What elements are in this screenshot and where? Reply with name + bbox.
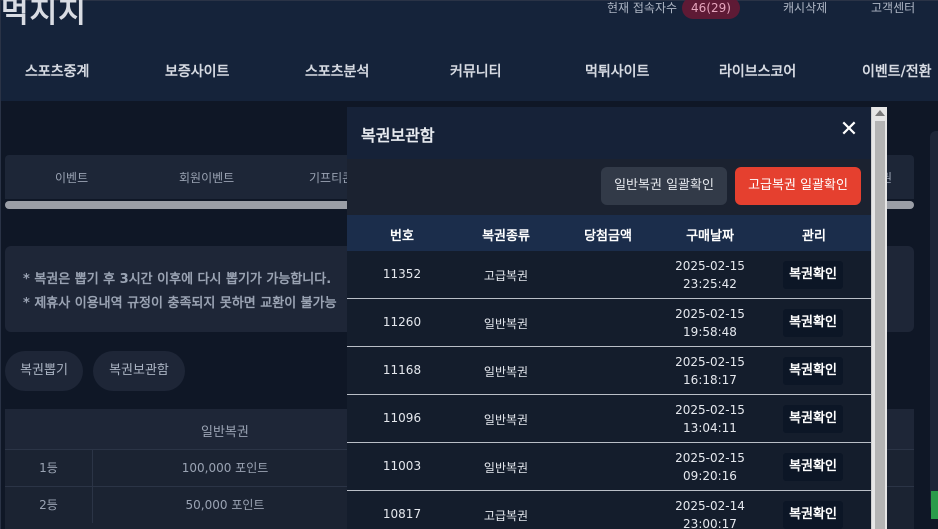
subtab-event[interactable]: 이벤트 <box>55 169 88 186</box>
check-lottery-button[interactable]: 복권확인 <box>783 357 843 385</box>
prize-points: 50,000 포인트 <box>185 498 265 512</box>
lottery-type: 일반복권 <box>483 413 529 427</box>
check-lottery-button[interactable]: 복권확인 <box>783 405 843 433</box>
cache-clear-link[interactable]: 캐시삭제 <box>783 1 827 15</box>
check-lottery-button[interactable]: 복권확인 <box>783 309 843 337</box>
site-header: 먹지지 현재 접속자수 46(29) 캐시삭제 고객센터 스포츠중계 보증사이트… <box>1 0 938 101</box>
lottery-date: 2025-02-15 16:18:17 <box>655 353 765 389</box>
purchase-time: 09:20:16 <box>683 469 737 483</box>
online-users-badge: 46(29) <box>682 0 740 19</box>
side-panel <box>930 131 938 511</box>
purchase-date: 2025-02-15 <box>675 403 745 417</box>
prize-points: 100,000 포인트 <box>181 461 269 475</box>
purchase-time: 23:25:42 <box>683 277 737 291</box>
modal-title: 복권보관함 <box>361 126 435 145</box>
check-lottery-button[interactable]: 복권확인 <box>783 501 843 529</box>
nav-sports-analysis[interactable]: 스포츠분석 <box>305 61 369 81</box>
site-logo[interactable]: 먹지지 <box>1 0 87 31</box>
table-row: 11168 일반복권 2025-02-15 16:18:17 복권확인 <box>347 347 871 395</box>
lottery-table-header: 번호 복권종류 당첨금액 구매날짜 관리 <box>347 215 871 251</box>
col-date: 구매날짜 <box>686 229 734 244</box>
prize-rank: 2등 <box>5 487 93 523</box>
nav-live-score[interactable]: 라이브스코어 <box>719 61 796 81</box>
check-all-premium-button[interactable]: 고급복권 일괄확인 <box>735 167 861 205</box>
lottery-number: 10817 <box>382 507 422 521</box>
purchase-date: 2025-02-15 <box>675 451 745 465</box>
close-icon[interactable]: ✕ <box>839 119 859 141</box>
modal-vertical-scrollbar[interactable] <box>871 107 887 529</box>
col-number: 번호 <box>390 229 414 244</box>
subtab-member-event[interactable]: 회원이벤트 <box>179 169 234 186</box>
scroll-up-arrow-icon[interactable] <box>875 110 885 116</box>
purchase-date: 2025-02-15 <box>675 307 745 321</box>
nav-verified-sites[interactable]: 보증사이트 <box>165 61 229 81</box>
modal-action-bar: 일반복권 일괄확인 고급복권 일괄확인 <box>347 159 871 215</box>
lottery-date: 2025-02-15 13:04:11 <box>655 401 765 437</box>
online-users-label: 현재 접속자수 <box>607 1 678 15</box>
lottery-type: 일반복권 <box>483 317 529 331</box>
nav-scam-sites[interactable]: 먹튀사이트 <box>585 61 649 81</box>
lottery-number: 11003 <box>382 459 422 473</box>
draw-lottery-button[interactable]: 복권뽑기 <box>5 351 83 391</box>
col-type: 복권종류 <box>482 229 530 244</box>
scrollbar-thumb[interactable] <box>875 121 885 529</box>
purchase-date: 2025-02-15 <box>675 355 745 369</box>
lottery-number: 11096 <box>382 411 422 425</box>
modal-header: 복권보관함 ✕ <box>347 107 871 159</box>
nav-community[interactable]: 커뮤니티 <box>450 61 502 81</box>
table-row: 11352 고급복권 2025-02-15 23:25:42 복권확인 <box>347 251 871 299</box>
nav-sports-broadcast[interactable]: 스포츠중계 <box>25 61 89 81</box>
lottery-number: 11352 <box>382 267 422 281</box>
purchase-time: 13:04:11 <box>683 421 737 435</box>
col-amount: 당첨금액 <box>584 229 632 244</box>
lottery-number: 11168 <box>382 363 422 377</box>
table-row: 11260 일반복권 2025-02-15 19:58:48 복권확인 <box>347 299 871 347</box>
lottery-date: 2025-02-15 09:20:16 <box>655 449 765 485</box>
notice-line-1: * 복권은 뽑기 후 3시간 이후에 다시 뽑기가 가능합니다. <box>23 272 332 287</box>
lottery-date: 2025-02-15 23:25:42 <box>655 257 765 293</box>
lottery-number: 11260 <box>382 315 422 329</box>
lottery-type: 일반복권 <box>483 365 529 379</box>
lottery-type: 고급복권 <box>483 269 529 283</box>
prize-rank: 1등 <box>5 450 93 486</box>
side-accent <box>931 491 938 519</box>
check-lottery-button[interactable]: 복권확인 <box>783 453 843 481</box>
purchase-time: 23:00:17 <box>683 517 737 529</box>
main-nav: 스포츠중계 보증사이트 스포츠분석 커뮤니티 먹튀사이트 라이브스코어 이벤트/… <box>1 53 938 89</box>
nav-event-exchange[interactable]: 이벤트/전환 <box>862 61 932 81</box>
col-manage: 관리 <box>802 229 826 244</box>
lottery-date: 2025-02-15 19:58:48 <box>655 305 765 341</box>
customer-center-link[interactable]: 고객센터 <box>871 1 915 15</box>
purchase-date: 2025-02-14 <box>675 499 745 513</box>
table-row: 11003 일반복권 2025-02-15 09:20:16 복권확인 <box>347 443 871 491</box>
notice-line-2: * 제휴사 이용내역 규정이 충족되지 못하면 교환이 불가능 <box>23 296 337 311</box>
prize-header-normal: 일반복권 <box>201 425 249 440</box>
lottery-type: 일반복권 <box>483 461 529 475</box>
lottery-date: 2025-02-14 23:00:17 <box>655 497 765 529</box>
lottery-storage-button[interactable]: 복권보관함 <box>93 351 185 391</box>
purchase-time: 19:58:48 <box>683 325 737 339</box>
purchase-time: 16:18:17 <box>683 373 737 387</box>
table-row: 10817 고급복권 2025-02-14 23:00:17 복권확인 <box>347 491 871 529</box>
purchase-date: 2025-02-15 <box>675 259 745 273</box>
table-row: 11096 일반복권 2025-02-15 13:04:11 복권확인 <box>347 395 871 443</box>
check-lottery-button[interactable]: 복권확인 <box>783 261 843 289</box>
lottery-storage-modal: 복권보관함 ✕ 일반복권 일괄확인 고급복권 일괄확인 번호 복권종류 당첨금액… <box>347 107 871 529</box>
lottery-type: 고급복권 <box>483 509 529 523</box>
check-all-normal-button[interactable]: 일반복권 일괄확인 <box>601 167 727 205</box>
